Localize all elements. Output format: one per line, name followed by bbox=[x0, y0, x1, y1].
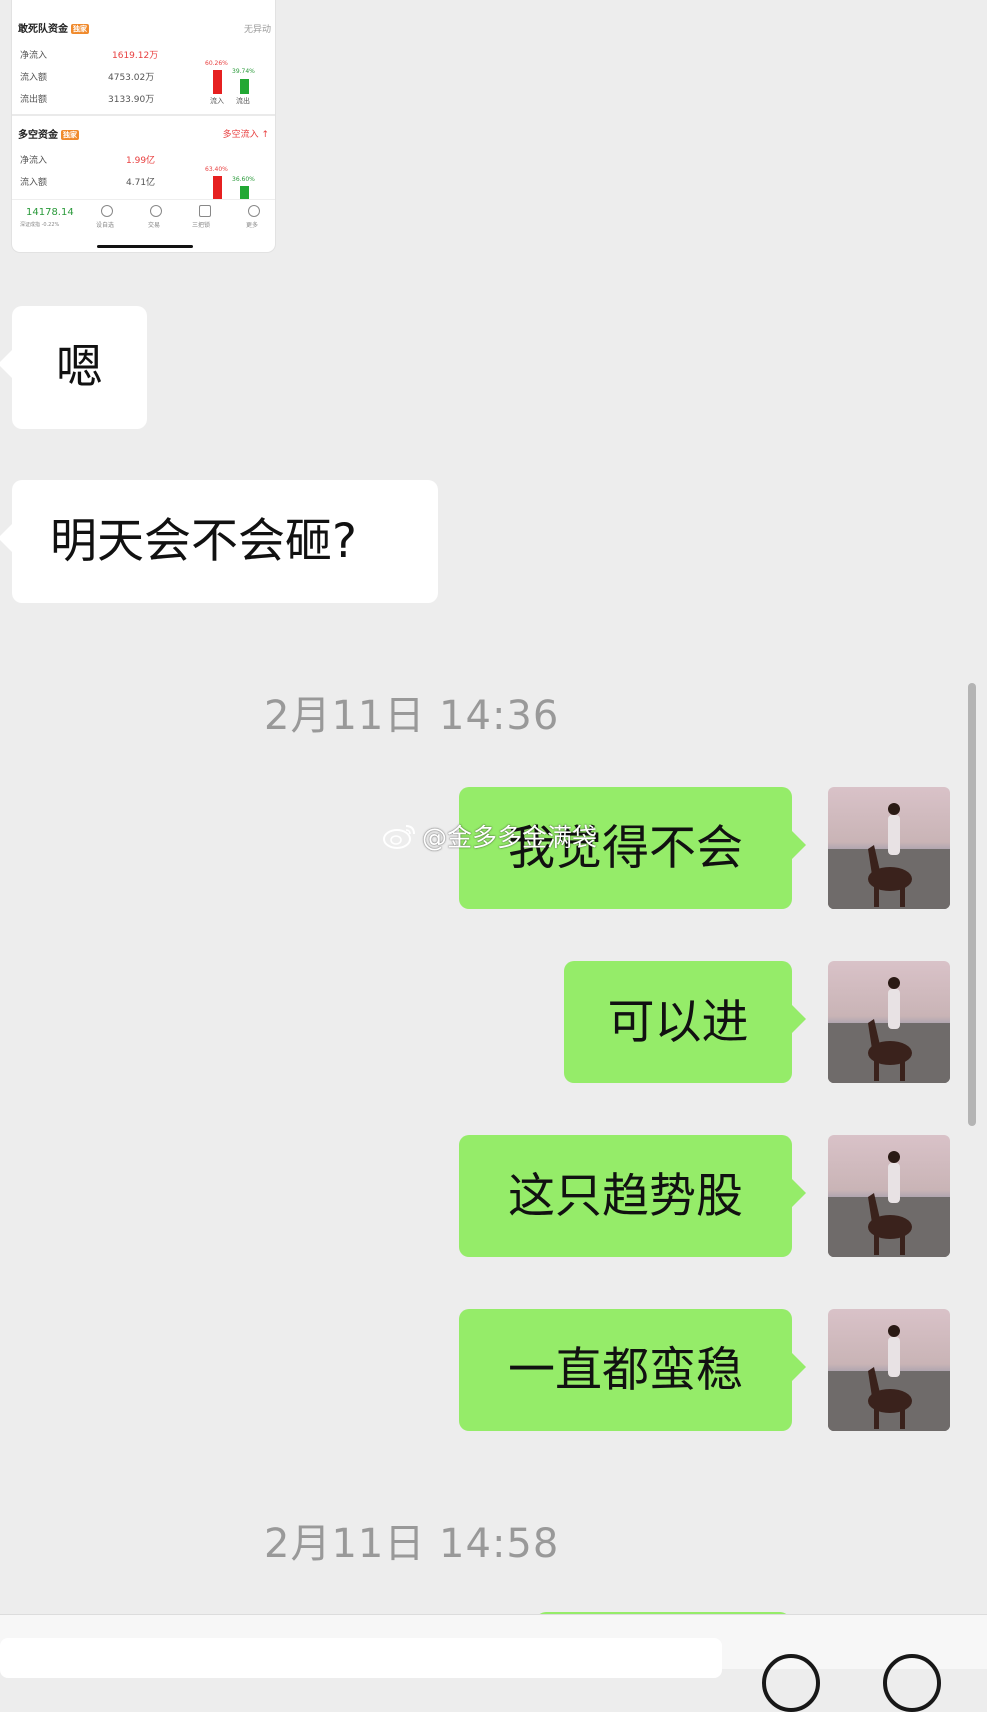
avatar[interactable] bbox=[828, 1309, 950, 1431]
avatar[interactable] bbox=[828, 787, 950, 909]
trade-icon bbox=[150, 205, 162, 217]
section-status: 无异动 bbox=[243, 25, 271, 35]
message-bubble-incoming[interactable]: 嗯 bbox=[0, 306, 147, 429]
watchlist-icon bbox=[101, 205, 113, 217]
message-input[interactable] bbox=[0, 1638, 722, 1678]
inflow-bar bbox=[213, 176, 222, 200]
watermark-text: @金多多金满袋 bbox=[422, 823, 598, 852]
row-label: 流入额 bbox=[20, 73, 48, 83]
row-value: 3133.90万 bbox=[108, 95, 155, 105]
outflow-percent: 39.74% bbox=[232, 68, 255, 75]
nav-label: 设自选 bbox=[96, 222, 115, 229]
thumbnail-bottom-nav: 14178.14 深证成指 -0.22% 设自选 交易 三把锁 更多 bbox=[12, 199, 275, 236]
index-sub: 深证成指 -0.22% bbox=[20, 222, 60, 228]
message-bubble-incoming[interactable]: 明天会不会砸? bbox=[0, 480, 438, 603]
message-bubble-outgoing[interactable]: 一直都蛮稳 bbox=[459, 1309, 806, 1431]
nav-label: 交易 bbox=[148, 222, 161, 229]
add-more-icon[interactable] bbox=[883, 1654, 941, 1712]
weibo-logo-icon bbox=[383, 825, 415, 849]
index-value: 14178.14 bbox=[26, 207, 74, 218]
row-label: 流出额 bbox=[20, 95, 48, 105]
row-value: 1619.12万 bbox=[112, 51, 159, 61]
inflow-percent: 63.40% bbox=[205, 166, 228, 173]
outflow-bar bbox=[240, 79, 249, 94]
timestamp: 2月11日 14:58 bbox=[264, 1521, 560, 1567]
more-icon bbox=[248, 205, 260, 217]
message-text: 明天会不会砸? bbox=[50, 514, 357, 569]
shared-stock-screenshot[interactable]: 敢死队资金 独家 无异动 净流入 1619.12万 流入额 4753.02万 流出… bbox=[12, 0, 275, 252]
inflow-percent: 60.26% bbox=[205, 60, 228, 67]
avatar-photo bbox=[828, 787, 950, 909]
message-text: 可以进 bbox=[607, 994, 749, 1050]
exclusive-tag: 独家 bbox=[71, 24, 89, 34]
avatar-photo bbox=[828, 961, 950, 1083]
inflow-bar bbox=[213, 70, 222, 94]
arrow-up-icon: ↑ bbox=[261, 130, 269, 140]
row-label: 流入额 bbox=[20, 178, 48, 188]
row-label: 净流入 bbox=[20, 51, 48, 61]
message-text: 一直都蛮稳 bbox=[508, 1342, 743, 1398]
scrollbar[interactable] bbox=[968, 683, 976, 1126]
avatar[interactable] bbox=[828, 1135, 950, 1257]
home-indicator bbox=[97, 245, 193, 248]
bar-label-out: 流出 bbox=[236, 97, 250, 105]
message-bubble-outgoing[interactable]: 这只趋势股 bbox=[459, 1135, 806, 1257]
row-value: 1.99亿 bbox=[126, 156, 156, 166]
divider bbox=[12, 114, 275, 116]
section-title-dare-fund: 敢死队资金 独家 bbox=[18, 24, 89, 35]
timestamp: 2月11日 14:36 bbox=[264, 693, 560, 739]
bar-label-in: 流入 bbox=[210, 97, 224, 105]
message-text: 这只趋势股 bbox=[508, 1168, 743, 1224]
weibo-watermark: @金多多金满袋 bbox=[382, 818, 597, 854]
nav-label: 三把锁 bbox=[192, 222, 211, 229]
outflow-percent: 36.60% bbox=[232, 176, 255, 183]
nav-label: 更多 bbox=[246, 222, 259, 229]
section-status: 多空流入 ↑ bbox=[222, 130, 269, 140]
message-text: 嗯 bbox=[56, 340, 103, 395]
message-bubble-outgoing[interactable]: 可以进 bbox=[564, 961, 806, 1083]
emoji-icon[interactable] bbox=[762, 1654, 820, 1712]
lock-icon bbox=[199, 205, 211, 217]
section-title-long-short-fund: 多空资金 独家 bbox=[18, 130, 79, 141]
exclusive-tag: 独家 bbox=[61, 130, 79, 140]
avatar[interactable] bbox=[828, 961, 950, 1083]
avatar-photo bbox=[828, 1135, 950, 1257]
row-value: 4.71亿 bbox=[126, 178, 156, 188]
row-value: 4753.02万 bbox=[108, 73, 155, 83]
avatar-photo bbox=[828, 1309, 950, 1431]
outflow-bar bbox=[240, 186, 249, 200]
row-label: 净流入 bbox=[20, 156, 48, 166]
